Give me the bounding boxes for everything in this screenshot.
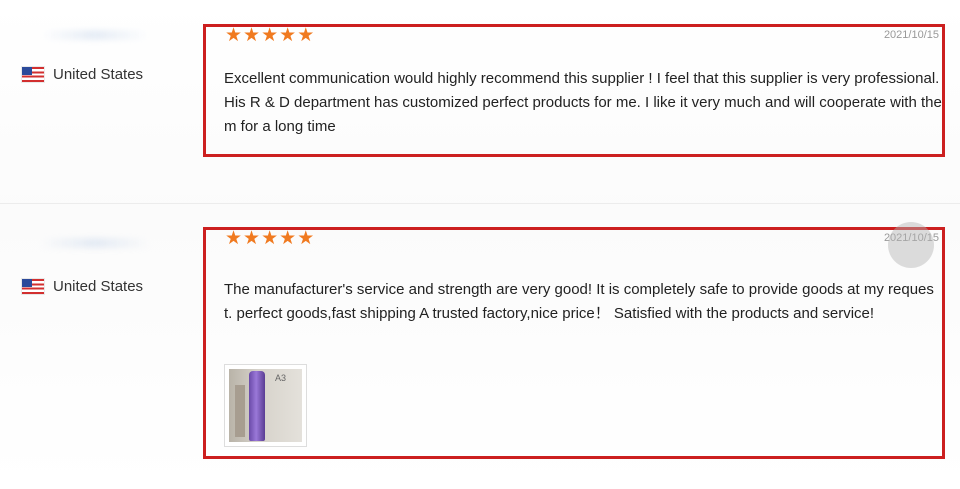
star-rating: ★ ★ ★ ★ ★ (225, 26, 314, 45)
star-rating: ★ ★ ★ ★ ★ (225, 229, 314, 248)
review-text: Excellent communication would highly rec… (224, 70, 942, 135)
buyer-info: United States (22, 278, 143, 295)
blurred-buyer-name (40, 238, 150, 248)
blurred-buyer-name (40, 30, 150, 40)
star-icon: ★ (279, 24, 297, 46)
star-icon: ★ (279, 227, 297, 249)
buyer-country: United States (53, 66, 144, 83)
review-text: The manufacturer's service and strength … (224, 281, 934, 322)
review-highlight-box: ★ ★ ★ ★ ★ 2021/10/15 The manufacturer's … (203, 227, 945, 459)
star-icon: ★ (261, 227, 279, 249)
photo-label: A3 (275, 373, 287, 383)
review-date: 2021/10/15 (883, 29, 939, 41)
star-icon: ★ (297, 227, 315, 249)
star-icon: ★ (225, 24, 243, 46)
us-flag-icon (22, 279, 44, 294)
star-icon: ★ (243, 227, 261, 249)
product-bottle (249, 371, 265, 441)
review-highlight-box: ★ ★ ★ ★ ★ 2021/10/15 Excellent communica… (203, 24, 945, 157)
review-image-thumbnail[interactable]: A3 (224, 364, 307, 447)
buyer-country: United States (53, 278, 144, 295)
us-flag-icon (22, 67, 44, 82)
buyer-info: United States (22, 66, 143, 83)
product-photo-detail (235, 385, 245, 437)
scroll-button[interactable] (888, 222, 934, 268)
star-icon: ★ (261, 24, 279, 46)
review-divider (0, 203, 960, 204)
star-icon: ★ (225, 227, 243, 249)
review-item-2: United States ★ ★ ★ ★ ★ 2021/10/15 The m… (0, 205, 960, 489)
review-item-1: United States ★ ★ ★ ★ ★ 2021/10/15 Excel… (0, 0, 960, 205)
star-icon: ★ (243, 24, 261, 46)
star-icon: ★ (297, 24, 315, 46)
